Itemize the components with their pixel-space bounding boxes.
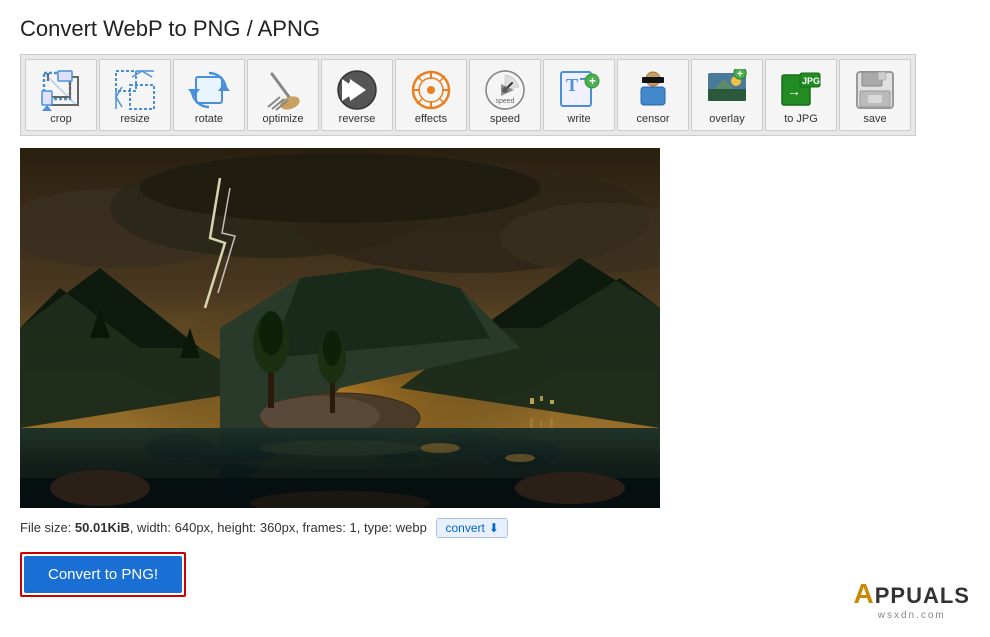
tool-write[interactable]: T + write bbox=[543, 59, 615, 131]
speed-label: speed bbox=[490, 113, 520, 126]
tool-resize[interactable]: resize bbox=[99, 59, 171, 131]
save-label: save bbox=[863, 113, 886, 126]
reverse-label: reverse bbox=[339, 113, 376, 126]
write-icon: T + bbox=[558, 69, 600, 111]
toolbar: crop resize bbox=[20, 54, 916, 136]
page-title: Convert WebP to PNG / APNG bbox=[20, 16, 970, 42]
tool-speed[interactable]: speed speed bbox=[469, 59, 541, 131]
censor-label: censor bbox=[636, 113, 669, 126]
to-jpg-icon: → JPG bbox=[780, 69, 822, 111]
save-icon bbox=[854, 69, 896, 111]
effects-label: effects bbox=[415, 113, 447, 126]
convert-link-icon: ⬇ bbox=[489, 521, 499, 535]
file-size-label: File size: bbox=[20, 520, 75, 535]
convert-format-link[interactable]: convert ⬇ bbox=[436, 518, 507, 538]
svg-text:+: + bbox=[737, 69, 743, 80]
rotate-label: rotate bbox=[195, 113, 223, 126]
logo-text-rest: PPUALS bbox=[875, 583, 970, 608]
convert-button-wrapper: Convert to PNG! bbox=[20, 552, 186, 597]
write-label: write bbox=[567, 113, 590, 126]
svg-text:+: + bbox=[589, 74, 596, 88]
overlay-icon: + bbox=[706, 69, 748, 111]
crop-label: crop bbox=[50, 113, 71, 126]
tool-to-jpg[interactable]: → JPG to JPG bbox=[765, 59, 837, 131]
effects-icon bbox=[410, 69, 452, 111]
file-size-value: 50.01KiB bbox=[75, 520, 130, 535]
tool-reverse[interactable]: reverse bbox=[321, 59, 393, 131]
image-preview bbox=[20, 148, 660, 508]
optimize-label: optimize bbox=[263, 113, 304, 126]
overlay-label: overlay bbox=[709, 113, 744, 126]
tool-optimize[interactable]: optimize bbox=[247, 59, 319, 131]
resize-icon bbox=[114, 69, 156, 111]
logo: APPUALS bbox=[854, 578, 970, 610]
rotate-icon bbox=[188, 69, 230, 111]
file-dimensions: , width: 640px, height: 360px, frames: 1… bbox=[130, 520, 427, 535]
svg-text:→: → bbox=[787, 83, 801, 99]
censor-icon bbox=[632, 69, 674, 111]
to-jpg-label: to JPG bbox=[784, 113, 818, 126]
logo-sub: wsxdn.com bbox=[878, 610, 946, 621]
convert-to-png-button[interactable]: Convert to PNG! bbox=[24, 556, 182, 593]
tool-overlay[interactable]: + overlay bbox=[691, 59, 763, 131]
tool-crop[interactable]: crop bbox=[25, 59, 97, 131]
tool-save[interactable]: save bbox=[839, 59, 911, 131]
svg-text:T: T bbox=[566, 75, 578, 95]
tool-effects[interactable]: effects bbox=[395, 59, 467, 131]
file-info: File size: 50.01KiB, width: 640px, heigh… bbox=[20, 518, 970, 538]
optimize-icon bbox=[262, 69, 304, 111]
tool-rotate[interactable]: rotate bbox=[173, 59, 245, 131]
logo-a: A bbox=[854, 578, 875, 609]
convert-link-label: convert bbox=[445, 521, 484, 535]
logo-area: APPUALS wsxdn.com bbox=[854, 578, 970, 621]
svg-text:speed: speed bbox=[495, 98, 514, 105]
svg-text:JPG: JPG bbox=[802, 76, 820, 86]
speed-icon: speed bbox=[484, 69, 526, 111]
page-wrapper: Convert WebP to PNG / APNG crop bbox=[0, 0, 990, 637]
tool-censor[interactable]: censor bbox=[617, 59, 689, 131]
reverse-icon bbox=[336, 69, 378, 111]
resize-label: resize bbox=[120, 113, 149, 126]
crop-icon bbox=[40, 69, 82, 111]
